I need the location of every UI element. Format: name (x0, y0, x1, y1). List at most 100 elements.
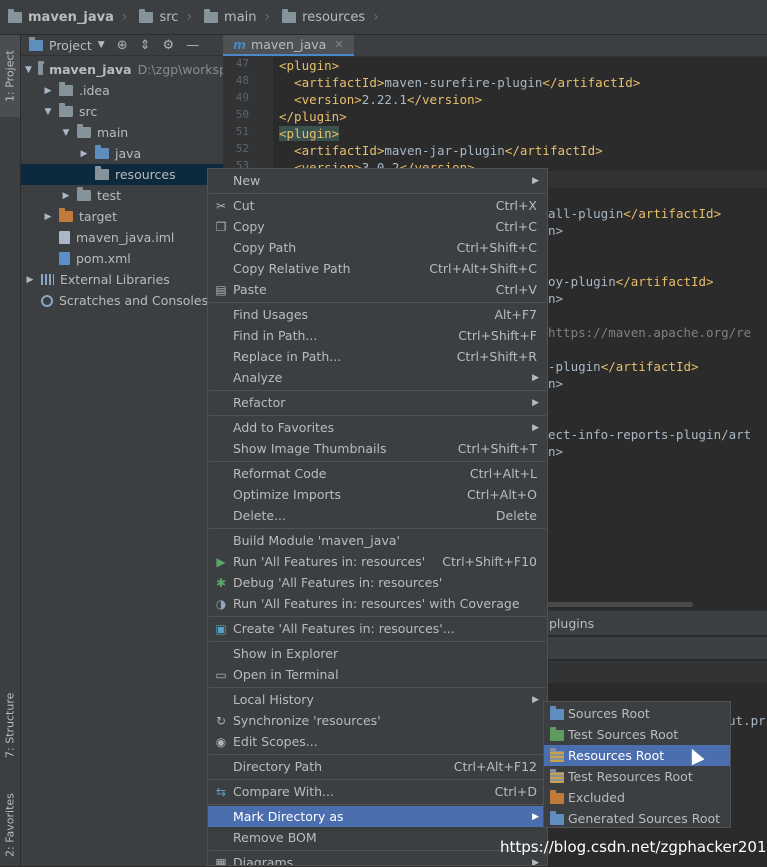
scopes-icon: ◉ (215, 734, 227, 749)
code-fragment: ect-info-reports-plugin/art (548, 426, 751, 443)
menu-item-local-history[interactable]: Local History ▶ (208, 689, 547, 710)
menu-item-label: Synchronize 'resources' (233, 713, 381, 728)
tree-item-scratches-and-consoles[interactable]: Scratches and Consoles (21, 290, 227, 311)
tree-item-src[interactable]: ▼ src (21, 101, 245, 122)
code-fragment: https://maven.apache.org/re (548, 325, 752, 340)
maven-icon: m (233, 37, 247, 52)
breadcrumb-item-main[interactable]: main › (196, 8, 274, 25)
code-fragment: -plugin</artifactId> (548, 358, 699, 375)
submenu-item-generated-sources-root[interactable]: Generated Sources Root (544, 808, 730, 829)
expanded-arrow-icon[interactable]: ▼ (25, 65, 32, 75)
folder-icon (204, 8, 219, 23)
menu-item-paste[interactable]: ▤ Paste Ctrl+V (208, 279, 547, 300)
menu-item-mark-directory-as[interactable]: Mark Directory as ▶ (208, 806, 547, 827)
menu-item-shortcut: Ctrl+Shift+T (457, 441, 537, 456)
xml-tag: <artifactId> (294, 75, 385, 90)
tree-item-maven-java[interactable]: ▼ maven_java D:\zgp\worksp (21, 59, 227, 80)
dropdown-arrow-icon[interactable]: ▼ (98, 40, 105, 50)
menu-item-show-in-explorer[interactable]: Show in Explorer (208, 643, 547, 664)
menu-item-edit-scopes[interactable]: ◉ Edit Scopes... (208, 731, 547, 752)
line-number: 48 (235, 74, 249, 87)
tool-tab-project[interactable]: 1: Project (0, 35, 20, 117)
menu-item-compare-with[interactable]: ⇆ Compare With... Ctrl+D (208, 781, 547, 802)
menu-item-label: Compare With... (233, 784, 334, 799)
submenu-item-excluded[interactable]: Excluded (544, 787, 730, 808)
xml-tag: </artifactId> (600, 359, 699, 374)
gear-icon[interactable]: ⚙ (163, 38, 175, 53)
tool-tab-structure[interactable]: 7: Structure (0, 685, 20, 765)
submenu-item-sources-root[interactable]: Sources Root (544, 703, 730, 724)
xml-text (279, 143, 294, 158)
collapsed-arrow-icon[interactable]: ▶ (43, 86, 53, 96)
menu-item-reformat-code[interactable]: Reformat Code Ctrl+Alt+L (208, 463, 547, 484)
menu-item-remove-bom[interactable]: Remove BOM (208, 827, 547, 848)
submenu-item-test-resources-root[interactable]: Test Resources Root (544, 766, 730, 787)
expanded-arrow-icon[interactable]: ▼ (43, 107, 53, 117)
locate-icon[interactable]: ⊕ (117, 38, 128, 53)
menu-item-shortcut: Ctrl+Shift+C (456, 240, 537, 255)
collapsed-arrow-icon[interactable]: ▶ (61, 191, 71, 201)
hide-panel-icon[interactable]: — (186, 38, 199, 53)
breadcrumb-item-resources[interactable]: resources › (274, 8, 383, 25)
folder-green-icon (550, 727, 564, 741)
menu-item-replace-in-path[interactable]: Replace in Path... Ctrl+Shift+R (208, 346, 547, 367)
tree-item--idea[interactable]: ▶ .idea (21, 80, 245, 101)
plugins-tab[interactable]: plugins (549, 616, 594, 631)
menu-item-new[interactable]: New ▶ (208, 170, 547, 191)
menu-item-optimize-imports[interactable]: Optimize Imports Ctrl+Alt+O (208, 484, 547, 505)
module-file-icon (59, 231, 70, 244)
menu-item-label: Copy (233, 219, 265, 234)
menu-separator (209, 616, 546, 617)
collapsed-arrow-icon[interactable]: ▶ (79, 149, 89, 159)
submenu-item-test-sources-root[interactable]: Test Sources Root (544, 724, 730, 745)
collapsed-arrow-icon[interactable]: ▶ (25, 275, 35, 285)
menu-item-add-to-favorites[interactable]: Add to Favorites ▶ (208, 417, 547, 438)
menu-item-label: Add to Favorites (233, 420, 335, 435)
tool-tab-favorites[interactable]: 2: Favorites (0, 785, 20, 865)
menu-item-find-in-path[interactable]: Find in Path... Ctrl+Shift+F (208, 325, 547, 346)
menu-item-label: Mark Directory as (233, 809, 344, 824)
close-tab-icon[interactable]: ✕ (334, 38, 343, 51)
menu-item-delete[interactable]: Delete... Delete (208, 505, 547, 526)
menu-item-refactor[interactable]: Refactor ▶ (208, 392, 547, 413)
menu-item-open-in-terminal[interactable]: ▭ Open in Terminal (208, 664, 547, 685)
collapse-all-icon[interactable]: ⇕ (140, 38, 151, 53)
project-view-selector[interactable]: Project (49, 38, 92, 53)
breadcrumb-item-src[interactable]: src › (131, 8, 196, 25)
menu-item-find-usages[interactable]: Find Usages Alt+F7 (208, 304, 547, 325)
menu-item-synchronize-resources[interactable]: ↻ Synchronize 'resources' (208, 710, 547, 731)
expanded-arrow-icon[interactable]: ▼ (61, 128, 71, 138)
menu-item-label: Run 'All Features in: resources' (233, 554, 426, 569)
menu-item-copy[interactable]: ❐ Copy Ctrl+C (208, 216, 547, 237)
submenu-item-label: Resources Root (568, 748, 665, 763)
folder-generated-icon (550, 811, 564, 825)
menu-item-run-all-features-in-resources[interactable]: ▶ Run 'All Features in: resources' Ctrl+Sh… (208, 551, 547, 572)
menu-item-create-all-features-in-resources[interactable]: ▣ Create 'All Features in: resources'... (208, 618, 547, 639)
menu-item-shortcut: Ctrl+Alt+Shift+C (429, 261, 537, 276)
line-number: 52 (235, 142, 249, 155)
breadcrumb-item-project[interactable]: maven_java › (0, 8, 131, 25)
collapsed-arrow-icon[interactable]: ▶ (43, 212, 53, 222)
menu-item-cut[interactable]: ✂ Cut Ctrl+X (208, 195, 547, 216)
folder-resources-icon (550, 748, 564, 762)
tree-item-external-libraries[interactable]: ▶ External Libraries (21, 269, 227, 290)
menu-item-label: Refactor (233, 395, 286, 410)
menu-item-run-all-features-in-resources-with-coverage[interactable]: ◑ Run 'All Features in: resources' with C… (208, 593, 547, 614)
menu-item-build-module-maven-java[interactable]: Build Module 'maven_java' (208, 530, 547, 551)
menu-item-copy-relative-path[interactable]: Copy Relative Path Ctrl+Alt+Shift+C (208, 258, 547, 279)
menu-item-debug-all-features-in-resources[interactable]: ✱ Debug 'All Features in: resources' (208, 572, 547, 593)
menu-item-directory-path[interactable]: Directory Path Ctrl+Alt+F12 (208, 756, 547, 777)
menu-separator (209, 302, 546, 303)
folder-icon (37, 61, 45, 75)
library-icon (41, 274, 54, 285)
output-fragment: ut.pr (728, 713, 766, 728)
xml-text: n> (548, 223, 564, 238)
code-fragment: n> (548, 375, 563, 392)
editor-tab-pom[interactable]: m maven_java ✕ (223, 35, 354, 56)
scissors-icon: ✂ (215, 198, 227, 213)
menu-item-diagrams[interactable]: ▦ Diagrams ▶ (208, 852, 547, 865)
xml-tag: </version> (406, 92, 483, 107)
menu-item-analyze[interactable]: Analyze ▶ (208, 367, 547, 388)
menu-item-show-image-thumbnails[interactable]: Show Image Thumbnails Ctrl+Shift+T (208, 438, 547, 459)
menu-item-copy-path[interactable]: Copy Path Ctrl+Shift+C (208, 237, 547, 258)
